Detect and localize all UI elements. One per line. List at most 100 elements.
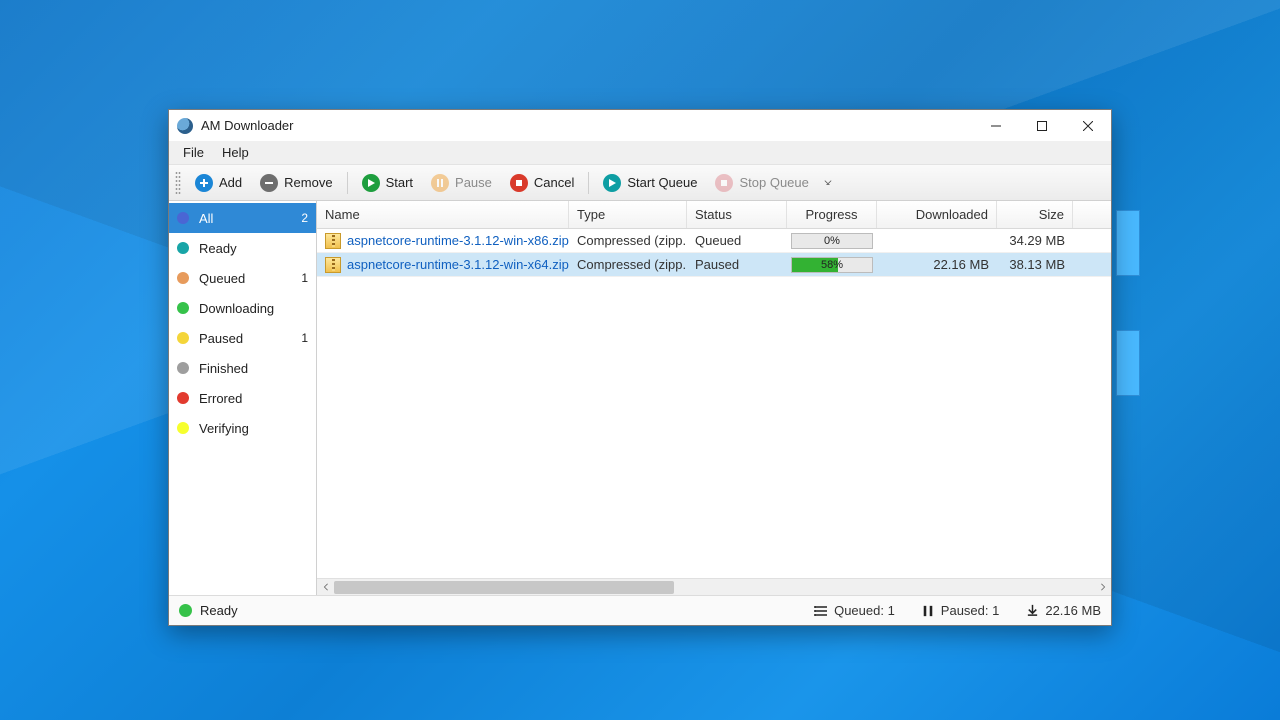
col-name[interactable]: Name <box>317 201 569 228</box>
sidebar-item-ready[interactable]: Ready <box>169 233 316 263</box>
menu-help[interactable]: Help <box>214 142 257 163</box>
pause-icon <box>921 604 935 618</box>
toolbar-grip[interactable] <box>175 171 181 195</box>
cell-size: 34.29 MB <box>997 229 1073 252</box>
status-dot-icon <box>177 272 189 284</box>
zip-file-icon <box>325 257 341 273</box>
minimize-button[interactable] <box>973 110 1019 141</box>
sidebar-item-label: Verifying <box>199 421 308 436</box>
progress-bar: 0% <box>791 233 873 249</box>
sidebar-item-paused[interactable]: Paused1 <box>169 323 316 353</box>
stop-icon <box>510 174 528 192</box>
scroll-track[interactable] <box>334 579 1094 596</box>
status-dot-icon <box>177 392 189 404</box>
sidebar-item-count: 1 <box>301 271 308 285</box>
cancel-label: Cancel <box>534 175 574 190</box>
progress-text: 0% <box>792 234 872 248</box>
menu-file[interactable]: File <box>175 142 212 163</box>
col-size[interactable]: Size <box>997 201 1073 228</box>
cell-downloaded <box>877 229 997 252</box>
statusbar: Ready Queued: 1 Paused: 1 22.16 MB <box>169 595 1111 625</box>
app-icon <box>177 118 193 134</box>
titlebar[interactable]: AM Downloader <box>169 110 1111 141</box>
play-icon <box>362 174 380 192</box>
cell-size: 38.13 MB <box>997 253 1073 276</box>
sidebar-item-label: Ready <box>199 241 308 256</box>
status-downloaded-text: 22.16 MB <box>1045 603 1101 618</box>
queue-icon <box>814 604 828 618</box>
sidebar-item-downloading[interactable]: Downloading <box>169 293 316 323</box>
sidebar-item-label: Queued <box>199 271 301 286</box>
col-status[interactable]: Status <box>687 201 787 228</box>
sidebar-item-label: Errored <box>199 391 308 406</box>
play-icon <box>603 174 621 192</box>
stop-queue-label: Stop Queue <box>739 175 808 190</box>
cell-type: Compressed (zipp... <box>569 229 687 252</box>
scroll-left-icon[interactable] <box>317 579 334 596</box>
col-progress[interactable]: Progress <box>787 201 877 228</box>
file-name: aspnetcore-runtime-3.1.12-win-x64.zip <box>347 257 569 272</box>
cell-name: aspnetcore-runtime-3.1.12-win-x64.zip <box>317 253 569 276</box>
sidebar: All2ReadyQueued1DownloadingPaused1Finish… <box>169 201 317 595</box>
status-queued-text: Queued: 1 <box>834 603 895 618</box>
remove-label: Remove <box>284 175 332 190</box>
cell-progress: 0% <box>787 229 877 252</box>
status-dot-icon <box>177 212 189 224</box>
sidebar-item-label: Downloading <box>199 301 308 316</box>
sidebar-item-label: Paused <box>199 331 301 346</box>
cell-downloaded: 22.16 MB <box>877 253 997 276</box>
scroll-right-icon[interactable] <box>1094 579 1111 596</box>
maximize-button[interactable] <box>1019 110 1065 141</box>
col-downloaded[interactable]: Downloaded <box>877 201 997 228</box>
sidebar-item-count: 2 <box>301 211 308 225</box>
file-name: aspnetcore-runtime-3.1.12-win-x86.zip <box>347 233 569 248</box>
status-queued: Queued: 1 <box>814 603 895 618</box>
scroll-thumb[interactable] <box>334 581 674 594</box>
toolbar-separator <box>347 172 348 194</box>
app-window: AM Downloader File Help Add Remove <box>168 109 1112 626</box>
stop-queue-button[interactable]: Stop Queue <box>707 170 816 196</box>
rows-container: aspnetcore-runtime-3.1.12-win-x86.zipCom… <box>317 229 1111 578</box>
pause-icon <box>431 174 449 192</box>
cancel-button[interactable]: Cancel <box>502 170 582 196</box>
pause-label: Pause <box>455 175 492 190</box>
add-button[interactable]: Add <box>187 170 250 196</box>
status-dot-icon <box>177 422 189 434</box>
stop-icon <box>715 174 733 192</box>
sidebar-item-all[interactable]: All2 <box>169 203 316 233</box>
sidebar-item-verifying[interactable]: Verifying <box>169 413 316 443</box>
sidebar-item-finished[interactable]: Finished <box>169 353 316 383</box>
sidebar-item-queued[interactable]: Queued1 <box>169 263 316 293</box>
status-paused-text: Paused: 1 <box>941 603 1000 618</box>
status-downloaded: 22.16 MB <box>1025 603 1101 618</box>
col-type[interactable]: Type <box>569 201 687 228</box>
desktop-decoration <box>1116 210 1140 276</box>
column-headers: Name Type Status Progress Downloaded Siz… <box>317 201 1111 229</box>
start-label: Start <box>386 175 413 190</box>
start-queue-button[interactable]: Start Queue <box>595 170 705 196</box>
remove-button[interactable]: Remove <box>252 170 340 196</box>
cell-status: Queued <box>687 229 787 252</box>
status-dot-icon <box>177 302 189 314</box>
pause-button[interactable]: Pause <box>423 170 500 196</box>
sidebar-item-errored[interactable]: Errored <box>169 383 316 413</box>
status-dot-icon <box>179 604 192 617</box>
window-title: AM Downloader <box>201 118 294 133</box>
download-icon <box>1025 604 1039 618</box>
horizontal-scrollbar[interactable] <box>317 578 1111 595</box>
cell-progress: 58% <box>787 253 877 276</box>
toolbar-overflow[interactable] <box>821 168 835 198</box>
zip-file-icon <box>325 233 341 249</box>
status-dot-icon <box>177 242 189 254</box>
sidebar-item-count: 1 <box>301 331 308 345</box>
start-button[interactable]: Start <box>354 170 421 196</box>
status-paused: Paused: 1 <box>921 603 1000 618</box>
toolbar-separator <box>588 172 589 194</box>
status-dot-icon <box>177 332 189 344</box>
cell-type: Compressed (zipp... <box>569 253 687 276</box>
progress-bar: 58% <box>791 257 873 273</box>
close-button[interactable] <box>1065 110 1111 141</box>
sidebar-item-label: Finished <box>199 361 308 376</box>
table-row[interactable]: aspnetcore-runtime-3.1.12-win-x64.zipCom… <box>317 253 1111 277</box>
table-row[interactable]: aspnetcore-runtime-3.1.12-win-x86.zipCom… <box>317 229 1111 253</box>
